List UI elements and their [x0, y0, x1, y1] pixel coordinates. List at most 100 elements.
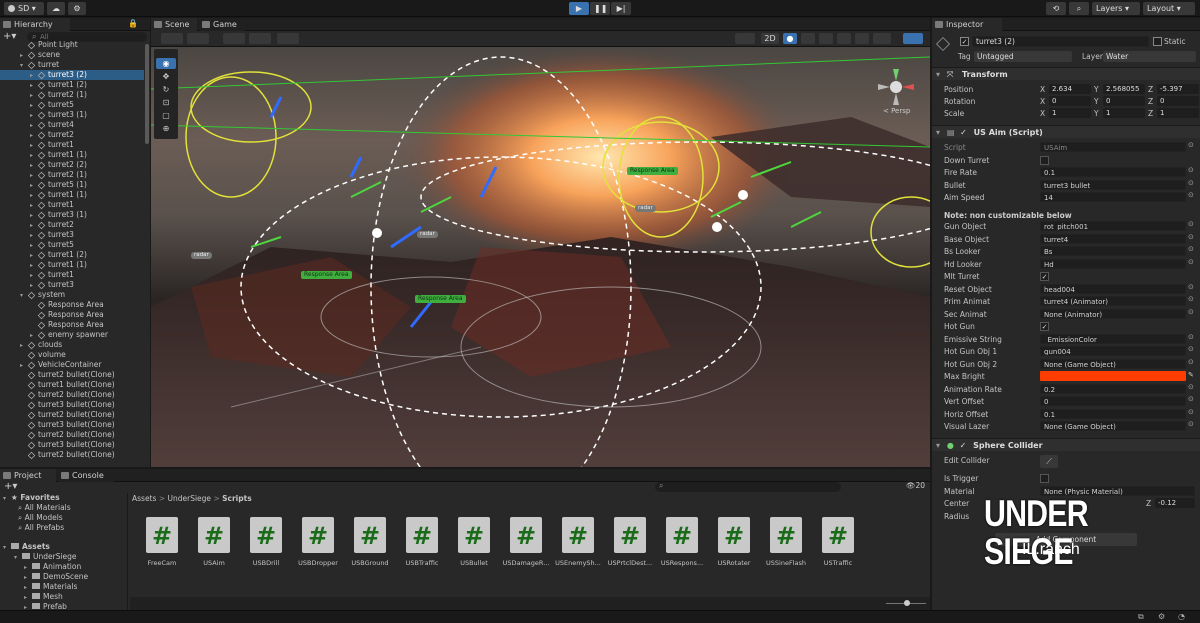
- favorite-item[interactable]: ⌕ All Materials: [18, 503, 71, 513]
- shading-button[interactable]: [187, 33, 209, 44]
- hierarchy-item[interactable]: ▸ turret2 (1): [0, 170, 144, 180]
- cache-icon[interactable]: ⚙: [1158, 612, 1165, 621]
- hierarchy-item[interactable]: ▸ VehicleContainer: [0, 360, 144, 370]
- collab-button[interactable]: ⚙: [68, 2, 86, 15]
- object-picker-icon[interactable]: ⊙: [1188, 220, 1194, 228]
- progress-icon[interactable]: ◔: [1178, 612, 1185, 621]
- sphere-collider-header[interactable]: ▾ ● ✓ Sphere Collider: [932, 438, 1200, 451]
- hierarchy-item[interactable]: ▸ turret1 (2): [0, 250, 144, 260]
- hierarchy-item[interactable]: ▸ turret2: [0, 130, 144, 140]
- static-checkbox[interactable]: [1153, 37, 1162, 46]
- view-tool-icon[interactable]: ◉: [156, 58, 176, 69]
- field-checkbox[interactable]: ✓: [1040, 322, 1049, 331]
- field-value[interactable]: Bs: [1040, 246, 1186, 256]
- pause-button[interactable]: ❚❚: [590, 2, 610, 15]
- rotation-x-axis[interactable]: X: [1040, 96, 1045, 107]
- asset-folder[interactable]: ▸ Animation: [24, 562, 81, 572]
- field-value[interactable]: turret4: [1040, 233, 1186, 244]
- hierarchy-item[interactable]: ▸ turret1: [0, 270, 144, 280]
- tab-scene[interactable]: Scene: [151, 18, 197, 31]
- field-value[interactable]: turret3 bullet: [1040, 179, 1186, 190]
- 2d-toggle[interactable]: 2D: [761, 33, 779, 44]
- hidden-toggle[interactable]: [837, 33, 851, 44]
- asset-folder[interactable]: ▸ DemoScene: [24, 572, 88, 582]
- hierarchy-item[interactable]: ▾ system: [0, 290, 144, 300]
- hierarchy-scrollbar[interactable]: [145, 44, 149, 144]
- cloud-button[interactable]: ☁: [47, 2, 65, 15]
- scale-tool-icon[interactable]: ⊡: [156, 97, 176, 108]
- scale-z-axis[interactable]: Z: [1148, 108, 1153, 119]
- object-picker-icon[interactable]: ⊙: [1188, 233, 1194, 241]
- usaim-header[interactable]: ▾ ▤ ✓ US Aim (Script): [932, 125, 1200, 138]
- lighting-button[interactable]: [735, 33, 755, 44]
- search-button[interactable]: ⌕: [1069, 2, 1089, 15]
- breadcrumb-assets[interactable]: Assets: [132, 494, 156, 503]
- field-value[interactable]: turret4 (Animator): [1040, 296, 1186, 306]
- object-picker-icon[interactable]: ⊙: [1188, 191, 1194, 199]
- script-asset[interactable]: USSineFlash: [760, 517, 812, 587]
- asset-folder[interactable]: ▾ UnderSiege: [14, 552, 77, 562]
- effects-toggle[interactable]: [819, 33, 833, 44]
- transform-header[interactable]: ▾ ⤧ Transform: [932, 67, 1200, 80]
- hierarchy-item[interactable]: turret3 bullet(Clone): [0, 420, 144, 430]
- object-picker-icon[interactable]: ⊙: [1188, 408, 1194, 416]
- field-value[interactable]: _EmissionColor: [1040, 333, 1186, 344]
- script-asset[interactable]: USBullet: [448, 517, 500, 587]
- hierarchy-item[interactable]: volume: [0, 350, 144, 360]
- tab-hierarchy[interactable]: Hierarchy: [0, 18, 70, 31]
- script-asset[interactable]: USPrtclDest...: [604, 517, 656, 587]
- hierarchy-item[interactable]: ▸ turret3 (2): [0, 70, 144, 80]
- scene-search-button[interactable]: [903, 33, 923, 44]
- persp-label[interactable]: < Persp: [883, 107, 910, 115]
- tab-inspector[interactable]: Inspector: [932, 18, 1002, 31]
- asset-folder[interactable]: ▸ Mesh: [24, 592, 63, 602]
- object-picker-icon[interactable]: ⊙: [1188, 358, 1194, 366]
- hierarchy-item[interactable]: ▸ turret2 (1): [0, 90, 144, 100]
- script-asset[interactable]: USRespons...: [656, 517, 708, 587]
- lock-icon[interactable]: 🔒: [128, 19, 138, 28]
- hierarchy-item[interactable]: Response Area: [0, 310, 144, 320]
- script-asset[interactable]: USTraffic: [812, 517, 864, 587]
- position-x-axis[interactable]: X: [1040, 84, 1045, 95]
- object-picker-icon[interactable]: ⊙: [1188, 166, 1194, 174]
- step-button[interactable]: ▶|: [611, 2, 631, 15]
- tab-console[interactable]: Console: [58, 469, 114, 482]
- object-picker-icon[interactable]: ⊙: [1188, 141, 1194, 149]
- position-y-field[interactable]: 2.568055: [1103, 84, 1145, 94]
- network-icon[interactable]: ⧉: [1138, 612, 1144, 622]
- field-checkbox[interactable]: ✓: [1040, 272, 1049, 281]
- draw-mode-button[interactable]: [161, 33, 183, 44]
- object-name-field[interactable]: turret3 (2): [972, 36, 1149, 47]
- field-value[interactable]: 0: [1040, 396, 1186, 406]
- field-value[interactable]: 0.1: [1040, 408, 1186, 419]
- hierarchy-item[interactable]: turret3 bullet(Clone): [0, 440, 144, 450]
- hierarchy-item[interactable]: Response Area: [0, 300, 144, 310]
- hierarchy-item[interactable]: ▸ turret1: [0, 140, 144, 150]
- object-picker-icon[interactable]: ⊙: [1188, 245, 1194, 253]
- rotate-tool-icon[interactable]: ↻: [156, 84, 176, 95]
- hierarchy-item[interactable]: ▸ turret5: [0, 240, 144, 250]
- hierarchy-item[interactable]: ▸ turret1: [0, 200, 144, 210]
- project-search-input[interactable]: ⌕: [655, 481, 841, 492]
- light-toggle-icon[interactable]: ●: [783, 33, 797, 44]
- hierarchy-item[interactable]: ▸ turret3 (1): [0, 210, 144, 220]
- hierarchy-item[interactable]: ▸ enemy spawner: [0, 330, 144, 340]
- hierarchy-item[interactable]: ▸ scene: [0, 50, 144, 60]
- object-picker-icon[interactable]: ⊙: [1188, 179, 1194, 187]
- field-value[interactable]: None (Animator): [1040, 308, 1186, 319]
- hierarchy-item[interactable]: ▸ turret2: [0, 220, 144, 230]
- assets-header[interactable]: ▾ Assets: [3, 542, 50, 552]
- field-value[interactable]: None (Game Object): [1040, 421, 1186, 431]
- asset-folder[interactable]: ▸ Materials: [24, 582, 77, 592]
- object-picker-icon[interactable]: ⊙: [1188, 420, 1194, 428]
- increment-snap-button[interactable]: [277, 33, 299, 44]
- is-trigger-checkbox[interactable]: [1040, 474, 1049, 483]
- max-bright-color-swatch[interactable]: [1040, 371, 1186, 381]
- layer-dropdown[interactable]: Water: [1103, 51, 1196, 62]
- eyedropper-icon[interactable]: ✎: [1188, 371, 1194, 379]
- hierarchy-item[interactable]: turret2 bullet(Clone): [0, 410, 144, 420]
- field-checkbox[interactable]: [1040, 155, 1049, 165]
- history-button[interactable]: ⟲: [1046, 2, 1066, 15]
- tab-game[interactable]: Game: [199, 18, 245, 31]
- scale-y-axis[interactable]: Y: [1094, 108, 1099, 119]
